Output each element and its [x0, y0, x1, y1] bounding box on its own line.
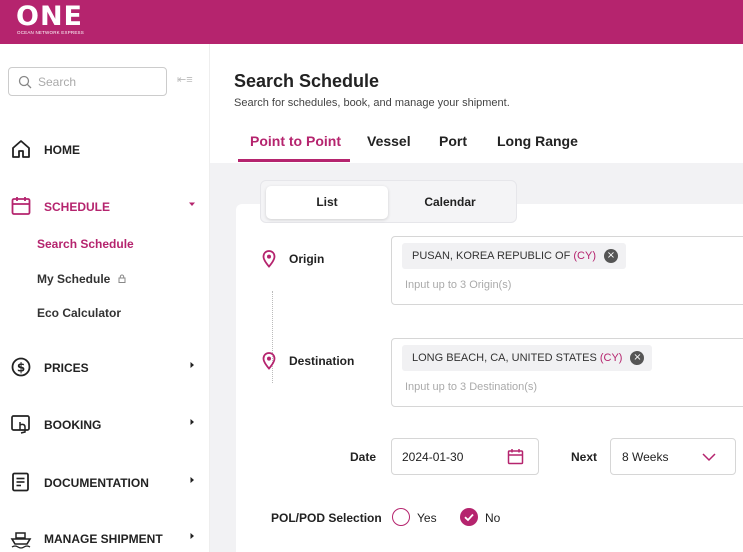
weeks-value: 8 Weeks	[622, 450, 669, 464]
sidebar-subitem-label: My Schedule	[37, 272, 111, 286]
pol-pod-no-label[interactable]: No	[485, 511, 500, 525]
active-tab-indicator	[238, 159, 350, 162]
view-toggle: List Calendar	[260, 180, 517, 223]
search-form-card: Origin PUSAN, KOREA REPUBLIC OF (CY) × I…	[236, 204, 743, 552]
sidebar-item-booking[interactable]: BOOKING	[0, 404, 210, 444]
top-bar: ONE OCEAN NETWORK EXPRESS	[0, 0, 743, 44]
sidebar-item-label: HOME	[44, 143, 80, 157]
checkmark-icon	[464, 513, 474, 522]
calendar-view-button[interactable]: Calendar	[389, 186, 511, 219]
sidebar-item-schedule[interactable]: SCHEDULE	[0, 186, 210, 226]
search-placeholder: Search	[38, 75, 77, 89]
calendar-icon	[11, 197, 31, 215]
origin-chip-text: PUSAN, KOREA REPUBLIC OF	[412, 250, 571, 262]
destination-chip-text: LONG BEACH, CA, UNITED STATES	[412, 352, 597, 364]
ship-icon	[10, 532, 32, 549]
logo-subtitle: OCEAN NETWORK EXPRESS	[17, 30, 84, 35]
sidebar-item-label: SCHEDULE	[44, 200, 111, 214]
logo-text: ONE	[16, 1, 83, 32]
chevron-right-icon	[190, 533, 194, 539]
pol-pod-yes-label[interactable]: Yes	[417, 511, 437, 525]
pol-pod-yes-radio[interactable]	[392, 508, 410, 526]
sidebar-item-prices[interactable]: $ PRICES	[0, 347, 210, 387]
search-icon	[18, 75, 32, 89]
page-title: Search Schedule	[234, 71, 380, 91]
sidebar-item-label: PRICES	[44, 361, 89, 375]
destination-chip: LONG BEACH, CA, UNITED STATES (CY) ×	[402, 345, 653, 371]
one-logo[interactable]: ONE OCEAN NETWORK EXPRESS	[16, 1, 106, 39]
destination-label: Destination	[289, 354, 355, 368]
tab-point-to-point[interactable]: Point to Point	[250, 133, 341, 149]
page-header: Search Schedule Search for schedules, bo…	[210, 44, 743, 163]
date-label: Date	[350, 450, 377, 464]
origin-placeholder: Input up to 3 Origin(s)	[405, 279, 512, 291]
calendar-icon[interactable]	[507, 448, 524, 465]
chevron-down-icon	[702, 453, 716, 462]
chevron-right-icon	[190, 362, 194, 368]
lock-icon	[118, 274, 126, 283]
sidebar-item-label: MANAGE SHIPMENT	[44, 532, 163, 546]
origin-label: Origin	[289, 252, 325, 266]
remove-origin-icon[interactable]: ×	[604, 249, 618, 263]
next-label: Next	[571, 450, 598, 464]
collapse-sidebar-icon[interactable]: ⇤≡	[177, 73, 193, 86]
sidebar-item-documentation[interactable]: DOCUMENTATION	[0, 462, 210, 502]
tab-port[interactable]: Port	[439, 133, 467, 149]
sidebar-search-input[interactable]: Search	[8, 67, 167, 96]
document-icon	[12, 472, 29, 492]
destination-chip-tag: (CY)	[599, 352, 623, 364]
sidebar-subitem-my-schedule[interactable]: My Schedule	[37, 272, 126, 286]
tab-vessel[interactable]: Vessel	[367, 133, 411, 149]
sidebar-subitem-search-schedule[interactable]: Search Schedule	[37, 237, 134, 251]
sidebar-item-manage-shipment[interactable]: MANAGE SHIPMENT	[0, 518, 210, 552]
sidebar-item-label: DOCUMENTATION	[44, 476, 149, 490]
dollar-icon: $	[11, 357, 31, 377]
origin-chip: PUSAN, KOREA REPUBLIC OF (CY) ×	[402, 243, 626, 269]
location-pin-icon	[262, 352, 276, 370]
page-subtitle: Search for schedules, book, and manage y…	[234, 97, 510, 109]
origin-input[interactable]: PUSAN, KOREA REPUBLIC OF (CY) × Input up…	[391, 236, 743, 305]
pol-pod-label: POL/POD Selection	[271, 511, 382, 525]
weeks-select[interactable]: 8 Weeks	[610, 438, 736, 475]
list-view-button[interactable]: List	[266, 186, 388, 219]
date-value: 2024-01-30	[402, 450, 464, 464]
main-content: Search Schedule Search for schedules, bo…	[210, 44, 743, 552]
pol-pod-no-radio[interactable]	[460, 508, 478, 526]
sidebar-item-home[interactable]: HOME	[0, 129, 210, 169]
location-pin-icon	[262, 250, 276, 268]
tab-long-range[interactable]: Long Range	[497, 133, 578, 149]
chevron-right-icon	[190, 419, 194, 425]
chevron-down-icon	[189, 202, 195, 206]
date-input[interactable]: 2024-01-30	[391, 438, 539, 475]
origin-chip-tag: (CY)	[573, 250, 596, 262]
sidebar-item-label: BOOKING	[44, 418, 102, 432]
destination-placeholder: Input up to 3 Destination(s)	[405, 381, 538, 393]
home-icon	[12, 140, 30, 158]
remove-destination-icon[interactable]: ×	[630, 351, 645, 365]
booking-icon	[11, 415, 30, 434]
svg-text:$: $	[17, 360, 25, 374]
sidebar-subitem-eco-calculator[interactable]: Eco Calculator	[37, 306, 121, 320]
destination-input[interactable]: LONG BEACH, CA, UNITED STATES (CY) × Inp…	[391, 338, 743, 407]
sidebar: Search ⇤≡ HOME SCHEDULE Search Schedule …	[0, 44, 210, 552]
chevron-right-icon	[190, 477, 194, 483]
